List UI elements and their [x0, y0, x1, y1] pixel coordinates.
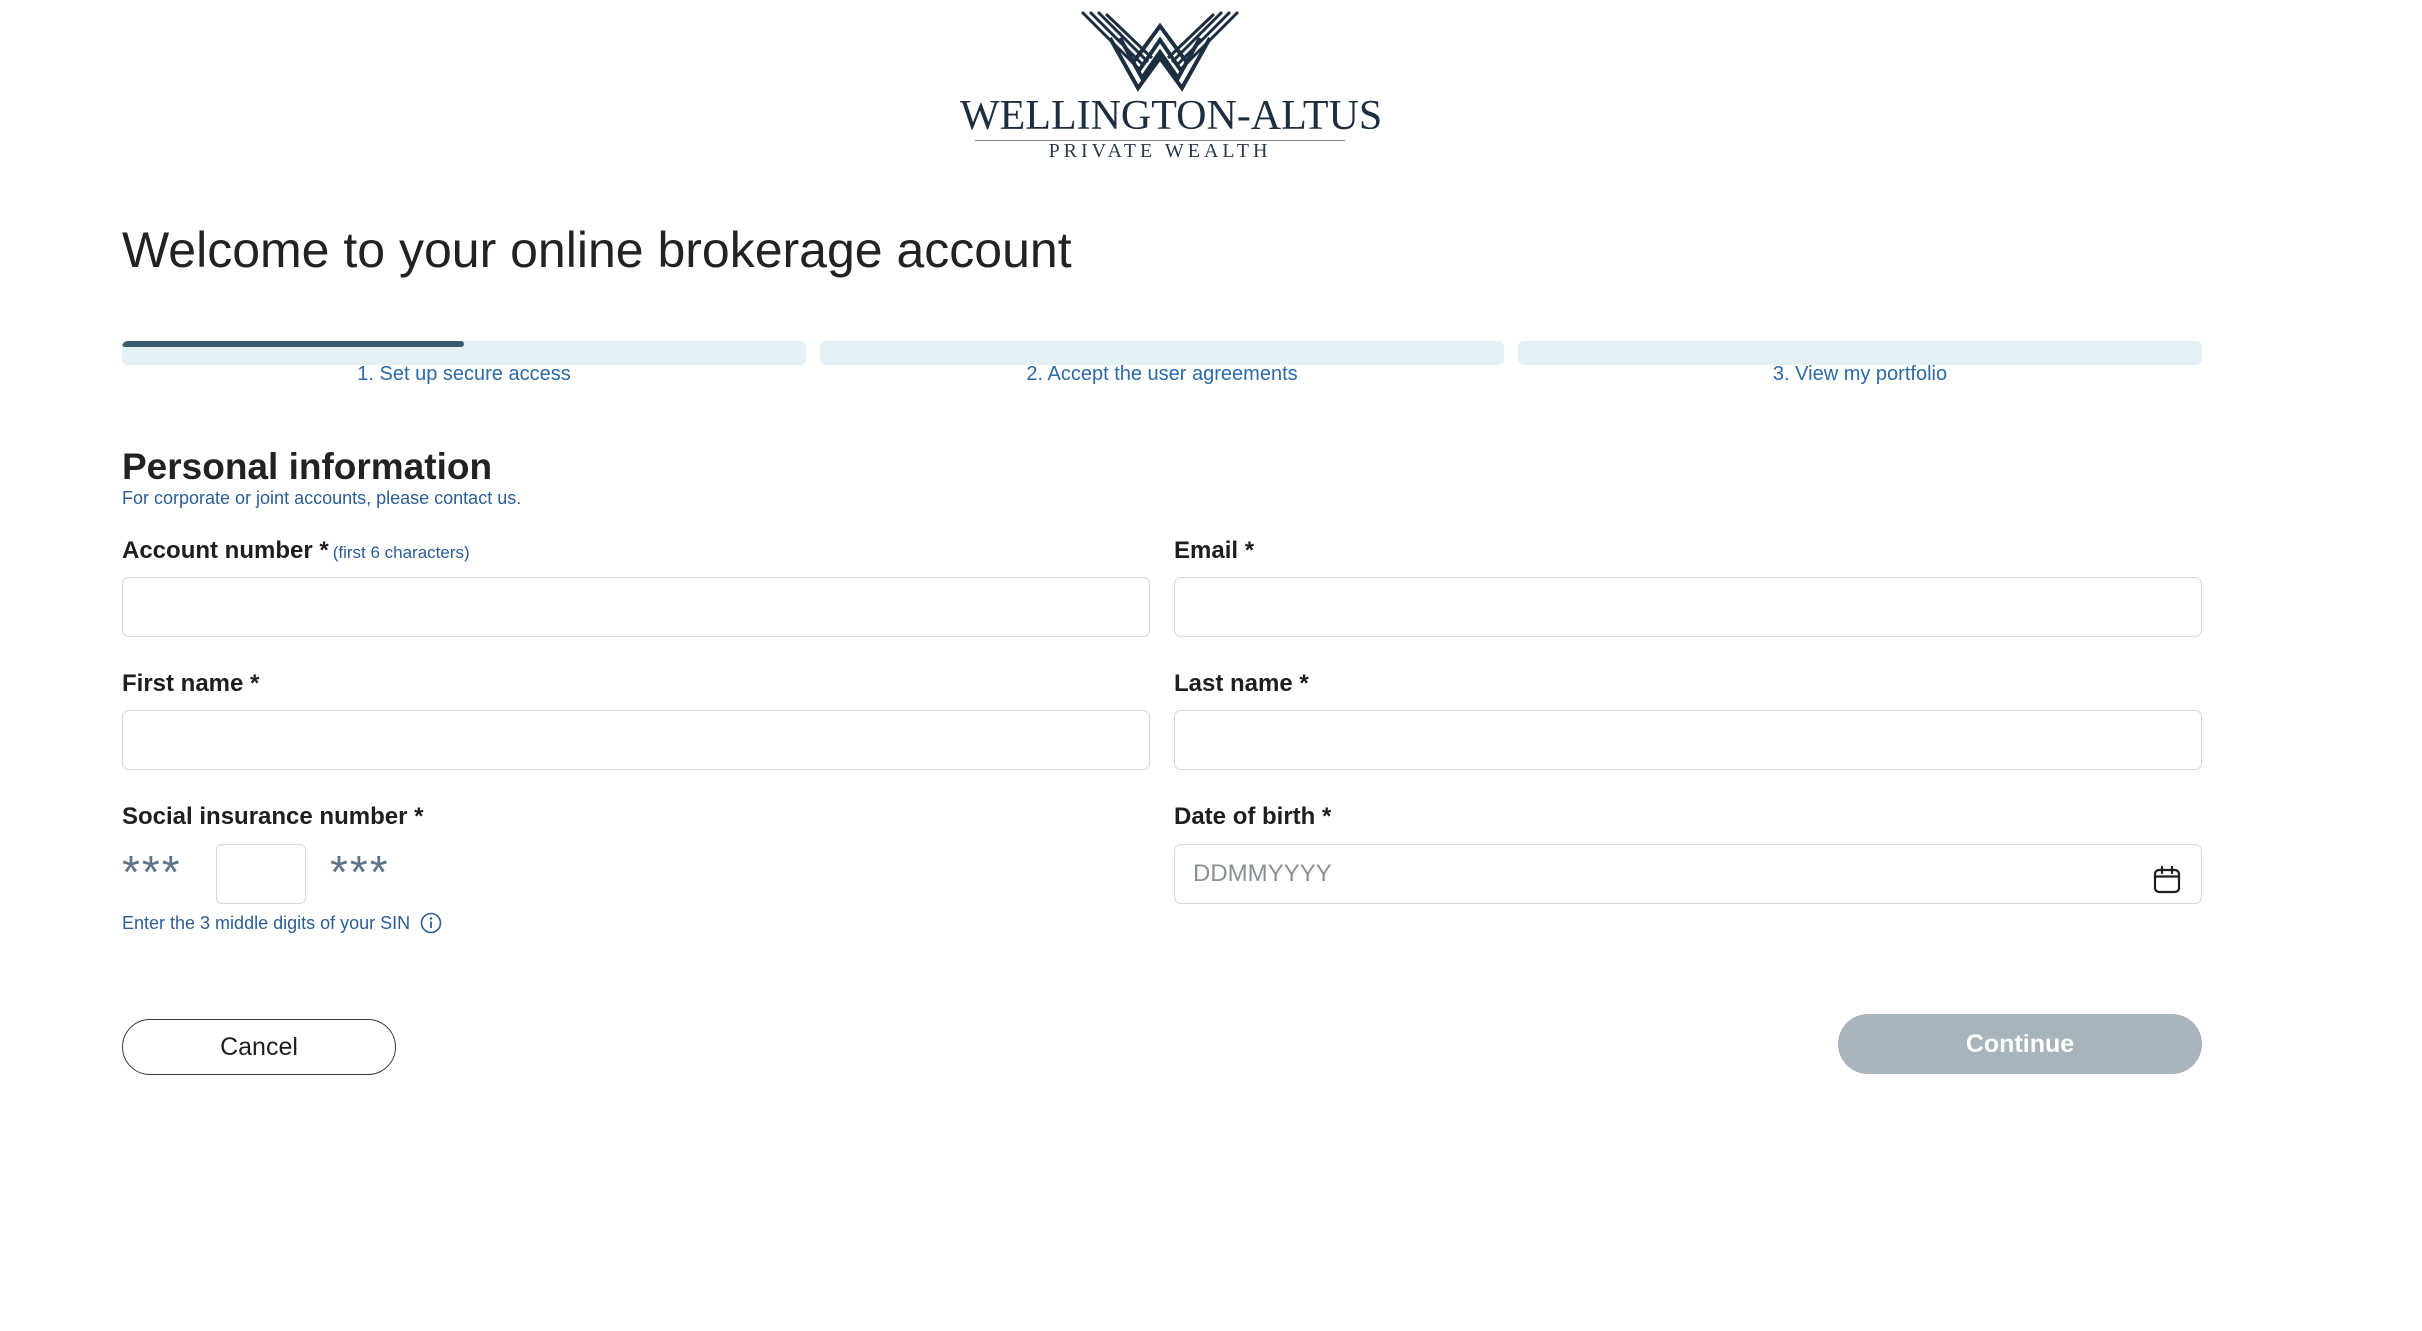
sin-label: Social insurance number * — [122, 803, 424, 830]
section-note: For corporate or joint accounts, please … — [122, 488, 522, 508]
last-name-label: Last name * — [1174, 670, 1309, 697]
brand-tagline: PRIVATE WEALTH — [1048, 140, 1272, 162]
continue-button[interactable]: Continue — [1838, 1014, 2202, 1074]
step-progress-fill — [122, 341, 464, 347]
sin-mask-left: *** — [122, 846, 182, 898]
account-number-label: Account number * (first 6 characters) — [122, 536, 470, 568]
sin-mask-right: *** — [330, 846, 390, 898]
step-1-set-up-secure-access: 1. Set up secure access — [122, 341, 806, 389]
step-2-accept-user-agreements: 2. Accept the user agreements — [820, 341, 1504, 389]
page-title: Welcome to your online brokerage account — [122, 222, 1072, 278]
step-track — [122, 341, 806, 365]
sin-help-text-row: Enter the 3 middle digits of your SIN — [122, 910, 442, 936]
step-track — [1518, 341, 2202, 365]
first-name-input[interactable] — [122, 710, 1150, 770]
account-number-hint: (first 6 characters) — [332, 543, 470, 562]
email-input[interactable] — [1174, 577, 2202, 637]
step-3-view-my-portfolio: 3. View my portfolio — [1518, 341, 2202, 389]
brand-name: WELLINGTON-ALTUS — [960, 93, 1383, 139]
first-name-label: First name * — [122, 670, 260, 697]
step-label: 1. Set up secure access — [357, 363, 571, 385]
sin-middle-digits-input[interactable] — [216, 844, 306, 904]
last-name-input[interactable] — [1174, 710, 2202, 770]
account-number-label-text: Account number * — [122, 537, 329, 564]
info-icon[interactable] — [420, 912, 442, 934]
date-of-birth-input[interactable] — [1174, 844, 2202, 904]
step-label: 3. View my portfolio — [1772, 363, 1948, 385]
date-of-birth-label: Date of birth * — [1174, 803, 1332, 830]
cancel-button[interactable]: Cancel — [122, 1019, 396, 1075]
progress-stepper: 1. Set up secure access 2. Accept the us… — [122, 341, 2202, 389]
calendar-icon[interactable] — [2152, 865, 2182, 895]
email-label: Email * — [1174, 537, 1255, 564]
brand-logo: WELLINGTON-ALTUS PRIVATE WEALTH — [960, 8, 1383, 162]
step-label: 2. Accept the user agreements — [1026, 363, 1298, 385]
section-title: Personal information — [122, 446, 493, 487]
account-number-input[interactable] — [122, 577, 1150, 637]
step-track — [820, 341, 1504, 365]
interlaced-chevron-logo-icon — [1080, 10, 1240, 92]
sin-help-text: Enter the 3 middle digits of your SIN — [122, 913, 411, 933]
